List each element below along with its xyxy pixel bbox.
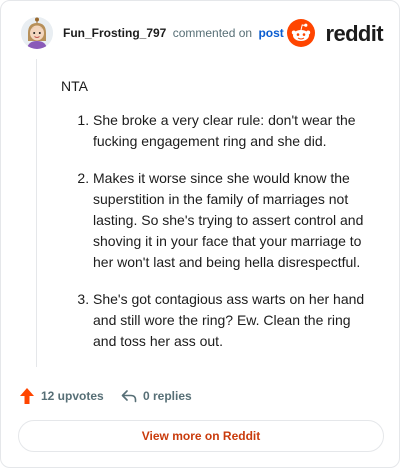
- reddit-wordmark: reddit: [325, 21, 383, 46]
- post-link[interactable]: post: [258, 26, 283, 40]
- upvote-arrow-icon: [20, 388, 34, 404]
- reply-arrow-icon: [121, 390, 137, 403]
- comment-point: She's got contagious ass warts on her ha…: [93, 289, 371, 352]
- comment-point: She broke a very clear rule: don't wear …: [93, 110, 371, 152]
- reddit-logo-icon: [287, 19, 315, 47]
- thread-line: [36, 59, 37, 367]
- upvote-count: 12 upvotes: [41, 389, 104, 403]
- upvote-button[interactable]: 12 upvotes: [19, 385, 104, 407]
- comment-header: Fun_Frosting_797 commented on post reddi…: [21, 17, 384, 51]
- username-link[interactable]: Fun_Frosting_797: [63, 26, 166, 40]
- comment-point: Makes it worse since she would know the …: [93, 168, 371, 273]
- avatar-icon[interactable]: [21, 17, 53, 49]
- reddit-brand[interactable]: reddit: [283, 19, 384, 47]
- comment-intro: NTA: [61, 78, 88, 94]
- reply-button[interactable]: 0 replies: [121, 385, 192, 407]
- comment-points-list: She broke a very clear rule: don't wear …: [61, 110, 371, 352]
- view-more-button[interactable]: View more on Reddit: [18, 420, 384, 452]
- comment-card: Fun_Frosting_797 commented on post reddi…: [0, 0, 400, 468]
- action-text: commented on: [172, 26, 253, 40]
- comment-meta: Fun_Frosting_797 commented on post: [63, 26, 284, 40]
- reply-count: 0 replies: [143, 389, 192, 403]
- comment-body: NTA She broke a very clear rule: don't w…: [61, 76, 371, 352]
